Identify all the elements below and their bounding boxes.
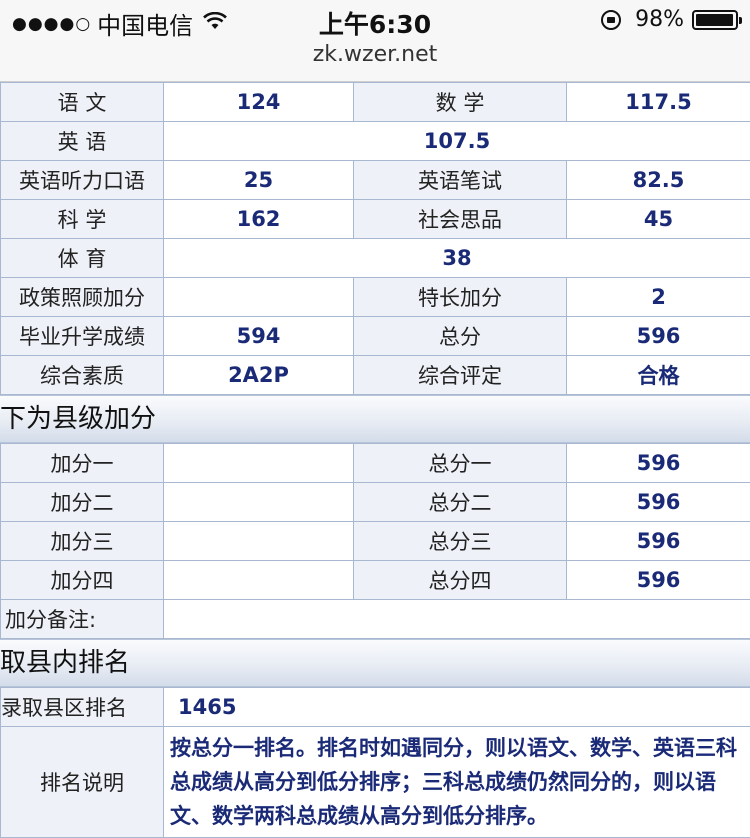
- subject-label: 总分: [354, 317, 567, 356]
- score-value: [164, 278, 354, 317]
- explain-text: 按总分一排名。排名时如遇同分，则以语文、数学、英语三科总成绩从高分到低分排序；三…: [164, 727, 750, 838]
- table-row: 综合素质 2A2P 综合评定 合格: [1, 356, 750, 395]
- subject-label: 数 学: [354, 83, 567, 122]
- subject-label: 科 学: [1, 200, 164, 239]
- table-row: 科 学 162 社会思品 45: [1, 200, 750, 239]
- total-value: 596: [567, 522, 750, 561]
- section-title: 录取县内排名: [0, 648, 130, 678]
- bonus-label: 加分三: [1, 522, 164, 561]
- bonus-value: [164, 522, 354, 561]
- score-value: 107.5: [164, 122, 750, 161]
- table-row: 毕业升学成绩 594 总分 596: [1, 317, 750, 356]
- total-label: 总分四: [354, 561, 567, 600]
- battery-icon: [692, 10, 738, 30]
- ranking-table: 录取县区排名 1465 排名说明 按总分一排名。排名时如遇同分，则以语文、数学、…: [0, 687, 750, 838]
- bonus-note-value: [164, 600, 750, 639]
- bonus-note-label: 加分备注:: [1, 600, 164, 639]
- subject-label: 体 育: [1, 239, 164, 278]
- status-bar: ●●●●○ 中国电信 上午6:30 98%: [0, 0, 750, 40]
- table-row: 加分备注:: [1, 600, 750, 639]
- rank-value: 1465: [164, 688, 750, 727]
- section-header-ranking: 录取县内排名: [0, 639, 750, 687]
- section-title: 以下为县级加分: [0, 404, 156, 434]
- score-value: 45: [567, 200, 750, 239]
- total-label: 总分一: [354, 444, 567, 483]
- total-value: 596: [567, 444, 750, 483]
- score-value: 38: [164, 239, 750, 278]
- battery-fill: [696, 14, 733, 26]
- subject-label: 英 语: [1, 122, 164, 161]
- table-row: 加分一 总分一 596: [1, 444, 750, 483]
- subject-label: 英语听力口语: [1, 161, 164, 200]
- table-row: 英语听力口语 25 英语笔试 82.5: [1, 161, 750, 200]
- table-row: 政策照顾加分 特长加分 2: [1, 278, 750, 317]
- table-row: 语 文 124 数 学 117.5: [1, 83, 750, 122]
- section-header-county-bonus: 以下为县级加分: [0, 395, 750, 443]
- score-value: 2A2P: [164, 356, 354, 395]
- explain-label: 排名说明: [1, 727, 164, 838]
- subject-label: 政策照顾加分: [1, 278, 164, 317]
- score-value: 124: [164, 83, 354, 122]
- subject-label: 语 文: [1, 83, 164, 122]
- score-value: 合格: [567, 356, 750, 395]
- table-row: 加分四 总分四 596: [1, 561, 750, 600]
- rank-label: 录取县区排名: [1, 688, 164, 727]
- table-row: 录取县区排名 1465: [1, 688, 750, 727]
- score-value: 82.5: [567, 161, 750, 200]
- table-row: 排名说明 按总分一排名。排名时如遇同分，则以语文、数学、英语三科总成绩从高分到低…: [1, 727, 750, 838]
- rotation-lock-icon: [601, 10, 621, 30]
- page-content: 语 文 124 数 学 117.5 英 语 107.5 英语听力口语 25 英语…: [0, 82, 750, 838]
- score-value: 2: [567, 278, 750, 317]
- score-value: 596: [567, 317, 750, 356]
- bonus-value: [164, 444, 354, 483]
- total-label: 总分三: [354, 522, 567, 561]
- url-text[interactable]: zk.wzer.net: [0, 40, 750, 70]
- table-row: 体 育 38: [1, 239, 750, 278]
- score-value: 117.5: [567, 83, 750, 122]
- score-value: 162: [164, 200, 354, 239]
- bonus-label: 加分四: [1, 561, 164, 600]
- subject-label: 特长加分: [354, 278, 567, 317]
- total-label: 总分二: [354, 483, 567, 522]
- bonus-value: [164, 483, 354, 522]
- battery-percent: 98%: [635, 7, 684, 32]
- subject-label: 英语笔试: [354, 161, 567, 200]
- subject-label: 综合评定: [354, 356, 567, 395]
- total-value: 596: [567, 561, 750, 600]
- status-right: 98%: [601, 7, 738, 32]
- address-bar[interactable]: zk.wzer.net: [0, 40, 750, 82]
- subject-label: 综合素质: [1, 356, 164, 395]
- bonus-label: 加分二: [1, 483, 164, 522]
- score-value: 25: [164, 161, 354, 200]
- bonus-label: 加分一: [1, 444, 164, 483]
- subject-label: 毕业升学成绩: [1, 317, 164, 356]
- total-value: 596: [567, 483, 750, 522]
- table-row: 加分三 总分三 596: [1, 522, 750, 561]
- bonus-value: [164, 561, 354, 600]
- bonus-table: 加分一 总分一 596 加分二 总分二 596 加分三 总分三 596 加分四 …: [0, 443, 750, 639]
- table-row: 加分二 总分二 596: [1, 483, 750, 522]
- score-value: 594: [164, 317, 354, 356]
- table-row: 英 语 107.5: [1, 122, 750, 161]
- scores-table: 语 文 124 数 学 117.5 英 语 107.5 英语听力口语 25 英语…: [0, 82, 750, 395]
- subject-label: 社会思品: [354, 200, 567, 239]
